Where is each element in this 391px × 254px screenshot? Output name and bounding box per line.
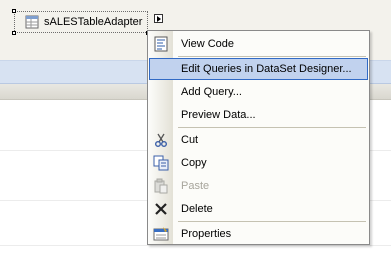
context-menu: View Code Edit Queries in DataSet Design… <box>147 30 370 245</box>
menu-item-label: Cut <box>181 134 199 146</box>
menu-item-paste[interactable]: Paste <box>149 175 368 197</box>
menu-item-label: Delete <box>181 203 213 215</box>
menu-item-label: Copy <box>181 157 207 169</box>
menu-separator <box>178 127 366 128</box>
copy-icon <box>153 155 169 171</box>
selection-handle[interactable] <box>12 9 16 13</box>
menu-item-label: View Code <box>181 38 234 50</box>
menu-item-view-code[interactable]: View Code <box>149 33 368 55</box>
menu-item-copy[interactable]: Copy <box>149 152 368 174</box>
properties-icon <box>153 227 169 241</box>
menu-item-cut[interactable]: Cut <box>149 129 368 151</box>
menu-item-preview-data[interactable]: Preview Data... <box>149 104 368 126</box>
menu-item-label: Edit Queries in DataSet Designer... <box>181 63 352 75</box>
menu-item-edit-queries[interactable]: Edit Queries in DataSet Designer... <box>149 58 368 80</box>
delete-x-icon <box>155 203 167 215</box>
scissors-icon <box>155 133 167 147</box>
menu-item-label: Preview Data... <box>181 109 256 121</box>
menu-item-add-query[interactable]: Add Query... <box>149 81 368 103</box>
selection-handle[interactable] <box>12 31 16 35</box>
paste-icon <box>154 178 168 194</box>
menu-item-properties[interactable]: Properties <box>149 223 368 245</box>
menu-item-label: Add Query... <box>181 86 242 98</box>
smart-tag-arrow-button[interactable] <box>154 14 163 23</box>
grid-line <box>0 245 391 246</box>
view-code-icon <box>154 36 168 52</box>
table-adapter-icon <box>25 15 39 29</box>
table-adapter-component[interactable]: sALESTableAdapter <box>12 9 163 35</box>
menu-separator <box>178 56 366 57</box>
menu-item-label: Properties <box>181 228 232 240</box>
designer-surface: sALESTableAdapter View Code Edit Queries… <box>0 0 391 254</box>
component-name: sALESTableAdapter <box>44 16 143 28</box>
menu-item-label: Paste <box>181 180 210 192</box>
menu-separator <box>178 221 366 222</box>
menu-item-delete[interactable]: Delete <box>149 198 368 220</box>
